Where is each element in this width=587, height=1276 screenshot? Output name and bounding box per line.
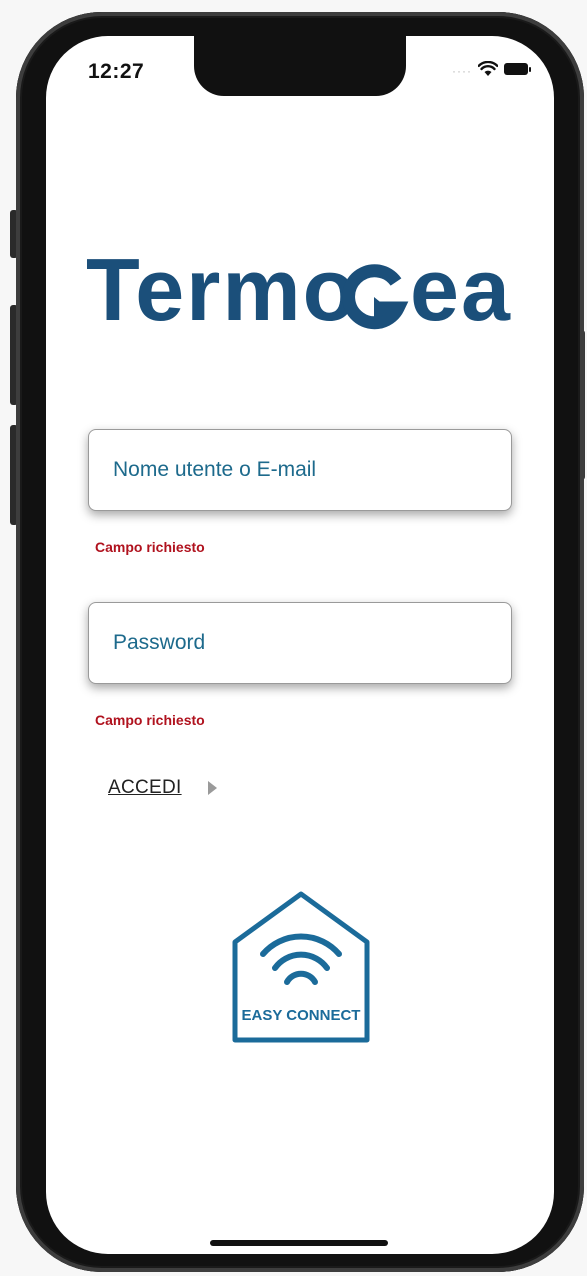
username-input[interactable] [89, 430, 511, 510]
username-error: Campo richiesto [95, 539, 205, 555]
notch [194, 36, 406, 96]
home-indicator[interactable] [210, 1240, 388, 1246]
wifi-icon [478, 61, 498, 76]
chevron-right-icon[interactable] [207, 781, 217, 795]
easy-connect-button[interactable]: EASY CONNECT [229, 890, 373, 1046]
easy-connect-label: EASY CONNECT [242, 1007, 361, 1024]
login-label[interactable]: ACCEDI [108, 777, 182, 799]
phone-frame: 12:27 ···· Termo ea Nome utente o E-mail… [16, 12, 584, 1272]
battery-icon [504, 63, 531, 75]
status-time: 12:27 [88, 60, 145, 83]
svg-text:Termo: Termo [86, 244, 358, 334]
device-stage: 12:27 ···· Termo ea Nome utente o E-mail… [0, 0, 587, 1276]
password-input[interactable] [89, 603, 511, 683]
username-field-container [88, 429, 512, 511]
svg-text:ea: ea [410, 244, 512, 334]
termogea-logo: Termo ea [86, 244, 512, 334]
password-error: Campo richiesto [95, 712, 205, 728]
house-wifi-icon [260, 933, 342, 985]
password-field-container [88, 602, 512, 684]
login-button[interactable]: ACCEDI [108, 777, 217, 799]
status-icons: ···· [452, 60, 531, 78]
app-screen: 12:27 ···· Termo ea Nome utente o E-mail… [46, 36, 554, 1254]
signal-dots-icon: ···· [452, 64, 472, 78]
